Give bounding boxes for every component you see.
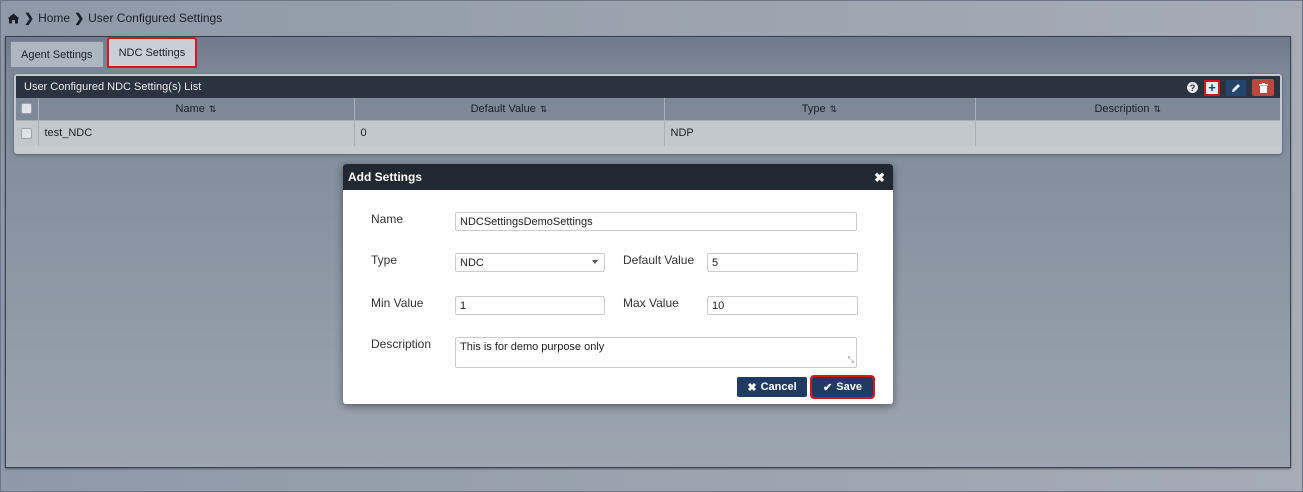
max-value-label: Max Value xyxy=(623,296,679,310)
pencil-icon[interactable] xyxy=(1226,79,1246,96)
column-label: Default Value xyxy=(470,102,536,115)
cell-default-value: 0 xyxy=(354,119,665,146)
add-settings-dialog: Add Settings ✖ Name NDCSettingsDemoSetti… xyxy=(343,164,893,404)
sort-icon[interactable]: ⇅ xyxy=(1153,104,1161,114)
tab-agent-settings[interactable]: Agent Settings xyxy=(10,41,104,67)
sort-icon[interactable]: ⇅ xyxy=(209,104,217,114)
settings-table: Name ⇅ Default Value ⇅ Type ⇅ Description ⇅ … xyxy=(16,98,1280,146)
resize-handle-icon[interactable]: ⤡ xyxy=(848,355,854,365)
name-field[interactable]: NDCSettingsDemoSettings xyxy=(455,212,857,231)
check-icon: ✔ xyxy=(823,381,833,394)
tab-ndc-settings[interactable]: NDC Settings xyxy=(106,37,198,68)
column-header-default-value[interactable]: Default Value ⇅ xyxy=(354,98,665,120)
max-value-field[interactable]: 10 xyxy=(707,296,858,315)
column-label: Type xyxy=(801,102,826,115)
trash-icon[interactable] xyxy=(1252,79,1274,96)
app-frame: ❯ Home ❯ User Configured Settings Agent … xyxy=(0,0,1303,492)
cancel-button[interactable]: ✖ Cancel xyxy=(737,377,807,397)
row-select-cell[interactable] xyxy=(16,119,39,146)
select-all-header[interactable] xyxy=(16,98,39,120)
type-value: NDC xyxy=(460,257,484,269)
default-value-field[interactable]: 5 xyxy=(707,253,858,272)
column-label: Description xyxy=(1094,102,1150,115)
question-circle-icon[interactable]: ? xyxy=(1187,82,1198,93)
chevron-right-icon: ❯ xyxy=(74,11,85,25)
description-label: Description xyxy=(371,337,432,351)
chevron-down-icon[interactable] xyxy=(592,260,598,264)
grid-toolbar: ? + xyxy=(1187,79,1274,96)
breadcrumb: ❯ Home ❯ User Configured Settings xyxy=(7,10,222,26)
cell-description xyxy=(975,119,1280,146)
cell-type: NDP xyxy=(664,119,976,146)
cancel-label: Cancel xyxy=(760,381,797,393)
column-header-type[interactable]: Type ⇅ xyxy=(664,98,976,120)
plus-icon[interactable]: + xyxy=(1204,79,1220,96)
select-all-checkbox[interactable] xyxy=(21,103,33,115)
table-header-row: Name ⇅ Default Value ⇅ Type ⇅ Description ⇅ xyxy=(16,98,1280,120)
row-checkbox[interactable] xyxy=(21,127,32,139)
times-icon: ✖ xyxy=(747,381,757,394)
description-textarea[interactable]: This is for demo purpose only ⤡ xyxy=(455,337,857,368)
tab-strip: Agent Settings NDC Settings xyxy=(6,37,1290,68)
column-label: Name xyxy=(175,102,205,115)
close-icon[interactable]: ✖ xyxy=(874,170,885,186)
save-label: Save xyxy=(836,381,862,393)
description-value: This is for demo purpose only xyxy=(460,341,605,353)
min-value-label: Min Value xyxy=(371,296,424,310)
grid-title-bar: User Configured NDC Setting(s) List ? + xyxy=(16,76,1280,98)
column-header-description[interactable]: Description ⇅ xyxy=(975,98,1280,120)
type-label: Type xyxy=(371,253,398,267)
table-row[interactable]: test_NDC 0 NDP xyxy=(16,119,1280,146)
sort-icon[interactable]: ⇅ xyxy=(540,104,548,114)
dialog-header: Add Settings ✖ xyxy=(343,164,893,190)
min-value-field[interactable]: 1 xyxy=(455,296,605,315)
sort-icon[interactable]: ⇅ xyxy=(830,104,838,114)
ndc-settings-grid: User Configured NDC Setting(s) List ? + xyxy=(14,74,1282,154)
breadcrumb-current: User Configured Settings xyxy=(88,11,223,25)
breadcrumb-home[interactable]: Home xyxy=(38,11,70,25)
cell-name: test_NDC xyxy=(38,119,355,146)
save-button[interactable]: ✔ Save xyxy=(810,375,875,399)
dialog-title: Add Settings xyxy=(348,170,422,184)
name-label: Name xyxy=(371,212,404,226)
default-value-label: Default Value xyxy=(623,253,695,267)
chevron-right-icon: ❯ xyxy=(24,11,35,25)
grid-title: User Configured NDC Setting(s) List xyxy=(24,81,202,93)
column-header-name[interactable]: Name ⇅ xyxy=(38,98,355,120)
home-icon[interactable] xyxy=(7,13,20,24)
type-select[interactable]: NDC xyxy=(455,253,605,272)
